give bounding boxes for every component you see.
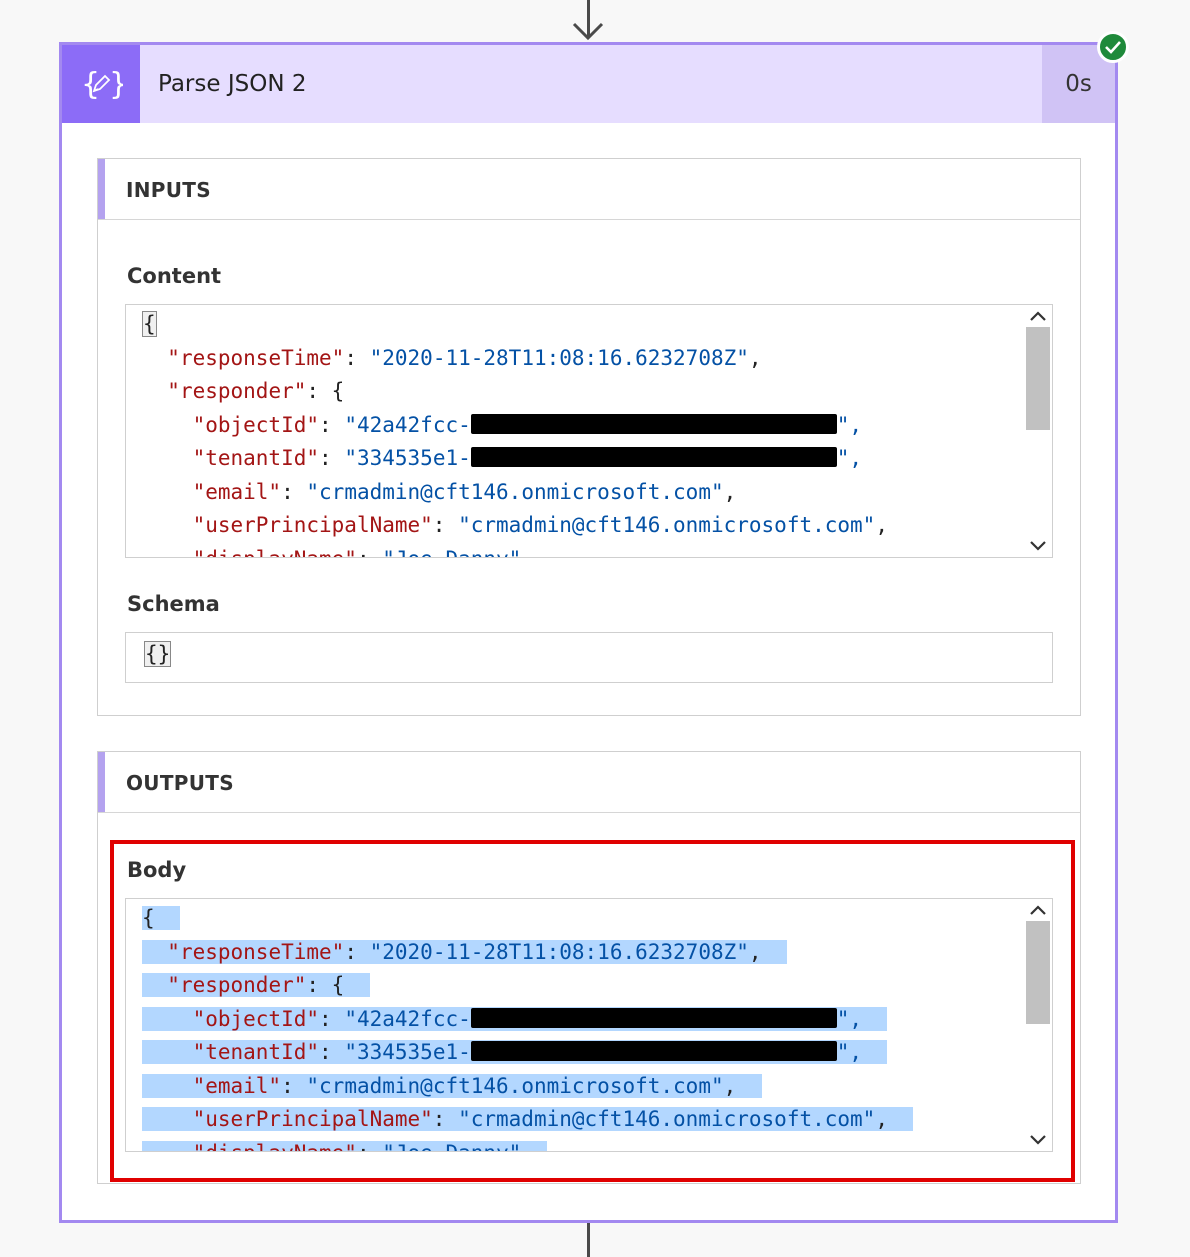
json-line-end: { (331, 379, 345, 403)
json-value: "crmadmin@cft146.onmicrosoft.com" (458, 513, 876, 537)
json-value: "Joe Danny" (382, 547, 521, 558)
action-header[interactable]: { } Parse JSON 2 0s (62, 45, 1115, 123)
json-separator: : (281, 479, 307, 504)
content-label: Content (127, 264, 222, 288)
connector-line-bottom (587, 1222, 590, 1257)
redacted-block (470, 447, 837, 467)
check-icon (1097, 31, 1129, 63)
section-accent-bar (98, 159, 105, 219)
content-scroll-thumb[interactable] (1026, 327, 1050, 430)
code-line: "tenantId": "334535e1- ", (142, 442, 1022, 476)
schema-value: {} (144, 641, 172, 667)
json-line-end: , (748, 345, 762, 370)
json-key: "objectId" (192, 412, 320, 437)
json-value: "42a42fcc- (344, 412, 471, 437)
action-title: Parse JSON 2 (158, 71, 307, 97)
outputs-title: OUTPUTS (126, 771, 234, 795)
inputs-section-header[interactable]: INPUTS (98, 159, 1080, 220)
json-separator: : (319, 446, 345, 470)
json-edit-icon: { } (62, 45, 140, 123)
code-line: "responder": { (142, 375, 1022, 409)
outputs-section-header[interactable]: OUTPUTS (98, 752, 1080, 813)
json-key: "userPrincipalName" (192, 513, 433, 537)
code-line: "displayName": "Joe Danny" (142, 543, 1022, 558)
json-line-end: ", (836, 446, 863, 470)
json-key: "responseTime" (167, 345, 345, 370)
json-key: "tenantId" (192, 446, 320, 470)
json-line-end: ", (836, 412, 863, 437)
content-scrollbar[interactable] (1024, 305, 1052, 557)
scroll-down-icon[interactable] (1028, 537, 1048, 555)
code-line: "responseTime": "2020-11-28T11:08:16.623… (142, 342, 1022, 376)
json-brace: { (142, 311, 157, 337)
code-line: "email": "crmadmin@cft146.onmicrosoft.co… (142, 476, 1022, 510)
json-value: "2020-11-28T11:08:16.6232708Z" (369, 345, 749, 370)
highlight-annotation (110, 840, 1075, 1182)
content-code-box[interactable]: { "responseTime": "2020-11-28T11:08:16.6… (125, 304, 1053, 558)
svg-text:}: } (109, 67, 123, 102)
redacted-block (470, 413, 837, 434)
section-accent-bar (98, 752, 105, 812)
json-line-end: , (723, 479, 737, 504)
json-key: "displayName" (193, 547, 357, 558)
json-separator: : (319, 412, 345, 437)
json-separator: : (306, 379, 332, 403)
json-key: "email" (192, 479, 282, 504)
json-separator: : (344, 345, 370, 370)
inputs-section: INPUTS Content { "responseTime": "2020-1… (97, 158, 1081, 716)
code-line: { (142, 308, 1022, 342)
scroll-up-icon[interactable] (1028, 307, 1048, 325)
content-code: { "responseTime": "2020-11-28T11:08:16.6… (142, 308, 1022, 558)
schema-code-box[interactable]: {} (125, 632, 1053, 683)
schema-label: Schema (127, 592, 220, 616)
json-key: "responder" (167, 379, 307, 403)
json-line-end: , (875, 513, 888, 537)
code-line: "objectId": "42a42fcc- ", (142, 409, 1022, 443)
json-value: "crmadmin@cft146.onmicrosoft.com" (306, 479, 724, 504)
json-value: "334535e1- (344, 446, 471, 470)
json-separator: : (357, 547, 382, 558)
inputs-title: INPUTS (126, 178, 211, 202)
json-separator: : (432, 513, 459, 537)
code-line: "userPrincipalName": "crmadmin@cft146.on… (142, 509, 1022, 543)
